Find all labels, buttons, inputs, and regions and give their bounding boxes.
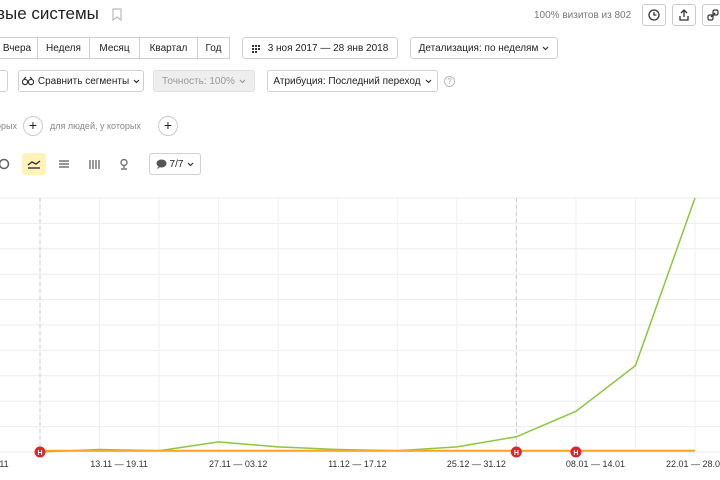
period-year[interactable]: Год — [198, 37, 230, 59]
chart-type-bar[interactable] — [82, 153, 106, 175]
line-chart-icon — [27, 160, 41, 169]
compare-segments-dropdown[interactable]: Сравнить сегменты — [18, 70, 144, 92]
event-marker[interactable]: H — [510, 446, 522, 458]
x-tick-label: 25.12 — 31.12 — [446, 459, 506, 469]
x-tick-label: 22.01 — 28.0 — [665, 459, 720, 469]
compare-segments-label: Сравнить сегменты — [37, 75, 130, 87]
annotations-dropdown[interactable]: 7/7 — [149, 153, 201, 175]
pie-icon — [0, 158, 10, 170]
history-button[interactable] — [642, 4, 666, 26]
chevron-down-icon — [542, 46, 549, 50]
svg-text:H: H — [514, 450, 519, 457]
visits-percentage: 100% визитов из 802 — [534, 10, 632, 21]
x-tick-label: 27.11 — 03.12 — [208, 459, 268, 469]
add-people-condition-button[interactable]: + — [158, 116, 178, 136]
period-month[interactable]: Месяц — [90, 37, 140, 59]
add-condition-button[interactable]: + — [23, 116, 43, 136]
chevron-down-icon — [188, 162, 194, 166]
chart-type-area[interactable] — [52, 153, 76, 175]
share-icon — [679, 9, 689, 21]
chevron-down-icon — [425, 79, 432, 83]
segment-condition-text: орых — [0, 121, 17, 131]
x-tick-label: 11.12 — 17.12 — [328, 459, 387, 469]
accuracy-label: Точность: 100% — [162, 75, 235, 87]
attribution-dropdown[interactable]: Атрибуция: Последний переход — [267, 70, 438, 92]
x-tick-label: 11 — [0, 459, 9, 469]
segment-toggle[interactable] — [0, 70, 8, 92]
detail-dropdown[interactable]: Детализация: по неделям — [410, 37, 558, 59]
attribution-label: Атрибуция: Последний переход — [273, 75, 421, 87]
map-pin-icon — [120, 158, 128, 170]
clock-icon — [648, 9, 660, 21]
more-button[interactable] — [702, 4, 720, 26]
export-button[interactable] — [672, 4, 696, 26]
period-quarter[interactable]: Квартал — [140, 37, 198, 59]
x-tick-label: 13.11 — 19.11 — [90, 459, 148, 469]
calendar-icon — [251, 45, 260, 53]
chart-type-pie[interactable] — [0, 153, 16, 175]
chart-type-map[interactable] — [112, 153, 136, 175]
svg-text:H: H — [573, 450, 578, 457]
bookmark-icon[interactable] — [112, 8, 122, 21]
accuracy-dropdown[interactable]: Точность: 100% — [153, 70, 255, 92]
period-week[interactable]: Неделя — [38, 37, 90, 59]
date-range-picker[interactable]: 3 ноя 2017 — 28 янв 2018 — [242, 37, 398, 59]
chart-type-line[interactable] — [22, 153, 46, 175]
page-title: вые системы — [0, 4, 99, 23]
detail-label: Детализация: по неделям — [418, 42, 539, 54]
people-condition-text: для людей, у которых — [50, 121, 141, 131]
chevron-down-icon — [133, 79, 140, 83]
annotations-count: 7/7 — [169, 158, 184, 170]
link-icon — [707, 9, 719, 21]
segments-icon — [21, 76, 34, 86]
chevron-down-icon — [239, 79, 246, 83]
event-marker[interactable]: H — [34, 446, 46, 458]
visits-line-chart: HHH — [0, 197, 720, 458]
x-tick-label: 08.01 — 14.01 — [565, 459, 625, 469]
comment-icon — [156, 159, 167, 169]
stacked-area-icon — [59, 160, 69, 168]
svg-text:H: H — [37, 450, 42, 457]
period-yesterday[interactable]: Вчера — [0, 37, 38, 59]
bar-chart-icon — [89, 160, 100, 169]
info-icon[interactable]: ? — [444, 76, 455, 87]
date-range-label: 3 ноя 2017 — 28 янв 2018 — [267, 42, 389, 54]
event-marker[interactable]: H — [570, 446, 582, 458]
